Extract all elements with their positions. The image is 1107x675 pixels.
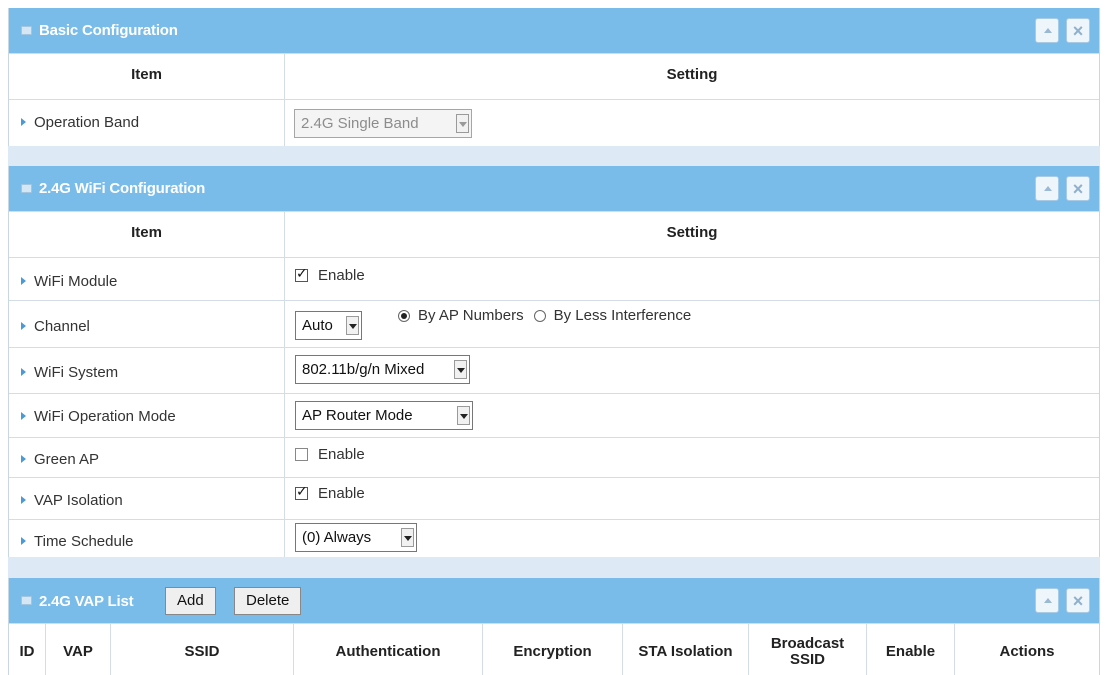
- col-item-header: Item: [9, 212, 285, 257]
- col-setting-header: Setting: [666, 66, 718, 83]
- chevron-down-icon: [346, 316, 359, 335]
- radio-by-ap-numbers[interactable]: [398, 309, 410, 322]
- vap-isolation-enable-label: Enable: [318, 485, 365, 502]
- basic-config-title: Basic Configuration: [39, 22, 178, 39]
- wifi-system-label: WiFi System: [21, 364, 118, 381]
- wifi-module-label: WiFi Module: [21, 273, 117, 290]
- checkbox-unchecked-icon[interactable]: [295, 448, 308, 461]
- col-authentication: Authentication: [294, 624, 483, 675]
- green-ap-label: Green AP: [21, 451, 99, 468]
- col-sta-isolation: STA Isolation: [623, 624, 749, 675]
- vap-list-header: 2.4G VAP List Add Delete: [9, 578, 1099, 623]
- wifi-module-enable-label: Enable: [318, 267, 365, 284]
- chevron-down-icon: [457, 406, 470, 425]
- checkbox-checked-icon[interactable]: [295, 484, 308, 500]
- basic-config-panel: Basic Configuration Item Setting Operati…: [8, 8, 1100, 146]
- basic-config-header: Basic Configuration: [9, 8, 1099, 53]
- wifi-op-mode-select[interactable]: AP Router Mode: [295, 401, 473, 430]
- radio-by-less-interference[interactable]: [533, 309, 546, 322]
- green-ap-row: Green AP Enable: [9, 437, 1099, 477]
- col-actions: Actions: [999, 642, 1055, 660]
- wifi-config-title: 2.4G WiFi Configuration: [39, 180, 206, 197]
- col-enable: Enable: [867, 624, 955, 675]
- wifi-module-row: WiFi Module Enable: [9, 257, 1099, 300]
- green-ap-checkbox[interactable]: Enable: [295, 446, 365, 463]
- vap-list-panel: 2.4G VAP List Add Delete ID VAP SSID Aut…: [8, 578, 1100, 675]
- col-item-header: Item: [9, 54, 285, 99]
- chevron-down-icon: [454, 360, 467, 379]
- wifi-config-panel: 2.4G WiFi Configuration Item Setting WiF…: [8, 166, 1100, 557]
- close-icon[interactable]: [1066, 18, 1090, 43]
- vap-isolation-label: VAP Isolation: [21, 492, 123, 509]
- wifi-module-checkbox[interactable]: Enable: [295, 266, 365, 284]
- col-ssid: SSID: [111, 624, 294, 675]
- section-gap: [8, 557, 1100, 578]
- operation-band-value: 2.4G Single Band: [301, 115, 419, 132]
- chevron-down-icon: [401, 528, 414, 547]
- col-setting-header: Setting: [666, 224, 718, 241]
- col-encryption: Encryption: [483, 624, 623, 675]
- channel-mode-radios: By AP Numbers By Less Interference: [398, 307, 691, 324]
- wifi-system-row: WiFi System 802.11b/g/n Mixed: [9, 347, 1099, 393]
- operation-band-row: Operation Band 2.4G Single Band: [9, 99, 1099, 146]
- radio-by-less-interference-label: By Less Interference: [553, 307, 692, 324]
- vap-table-header: ID VAP SSID Authentication Encryption ST…: [9, 623, 1099, 675]
- wifi-op-mode-row: WiFi Operation Mode AP Router Mode: [9, 393, 1099, 437]
- section-gap: [8, 146, 1100, 166]
- vap-isolation-row: VAP Isolation Enable: [9, 477, 1099, 519]
- wifi-op-mode-label: WiFi Operation Mode: [21, 408, 176, 425]
- time-schedule-select[interactable]: (0) Always: [295, 523, 417, 552]
- chevron-down-icon: [456, 114, 469, 133]
- wifi-config-header: 2.4G WiFi Configuration: [9, 166, 1099, 211]
- channel-value: Auto: [302, 317, 333, 334]
- col-id: ID: [9, 624, 46, 675]
- wifi-table-header: Item Setting: [9, 211, 1099, 257]
- panel-icon: [21, 26, 32, 35]
- checkbox-checked-icon[interactable]: [295, 266, 308, 282]
- close-icon[interactable]: [1066, 588, 1090, 613]
- wifi-op-mode-value: AP Router Mode: [302, 407, 413, 424]
- panel-icon: [21, 184, 32, 193]
- col-broadcast-ssid: Broadcast SSID: [749, 624, 867, 675]
- time-schedule-label: Time Schedule: [21, 533, 134, 550]
- channel-select[interactable]: Auto: [295, 311, 362, 340]
- panel-icon: [21, 596, 32, 605]
- wifi-system-value: 802.11b/g/n Mixed: [302, 361, 425, 378]
- operation-band-label: Operation Band: [21, 114, 139, 131]
- channel-row: Channel Auto By AP Numbers By Less Inter…: [9, 300, 1099, 347]
- collapse-up-icon[interactable]: [1035, 18, 1059, 43]
- radio-by-ap-numbers-label: By AP Numbers: [418, 307, 524, 324]
- wifi-system-select[interactable]: 802.11b/g/n Mixed: [295, 355, 470, 384]
- collapse-up-icon[interactable]: [1035, 588, 1059, 613]
- green-ap-enable-label: Enable: [318, 446, 365, 463]
- vap-isolation-checkbox[interactable]: Enable: [295, 484, 365, 502]
- time-schedule-row: Time Schedule (0) Always: [9, 519, 1099, 557]
- time-schedule-value: (0) Always: [302, 529, 372, 546]
- channel-label: Channel: [21, 318, 90, 335]
- operation-band-select[interactable]: 2.4G Single Band: [294, 109, 472, 138]
- col-vap: VAP: [46, 624, 111, 675]
- basic-table-header: Item Setting: [9, 53, 1099, 99]
- add-button[interactable]: Add: [165, 587, 216, 615]
- vap-list-title: 2.4G VAP List: [39, 593, 134, 610]
- collapse-up-icon[interactable]: [1035, 176, 1059, 201]
- delete-button[interactable]: Delete: [234, 587, 302, 615]
- close-icon[interactable]: [1066, 176, 1090, 201]
